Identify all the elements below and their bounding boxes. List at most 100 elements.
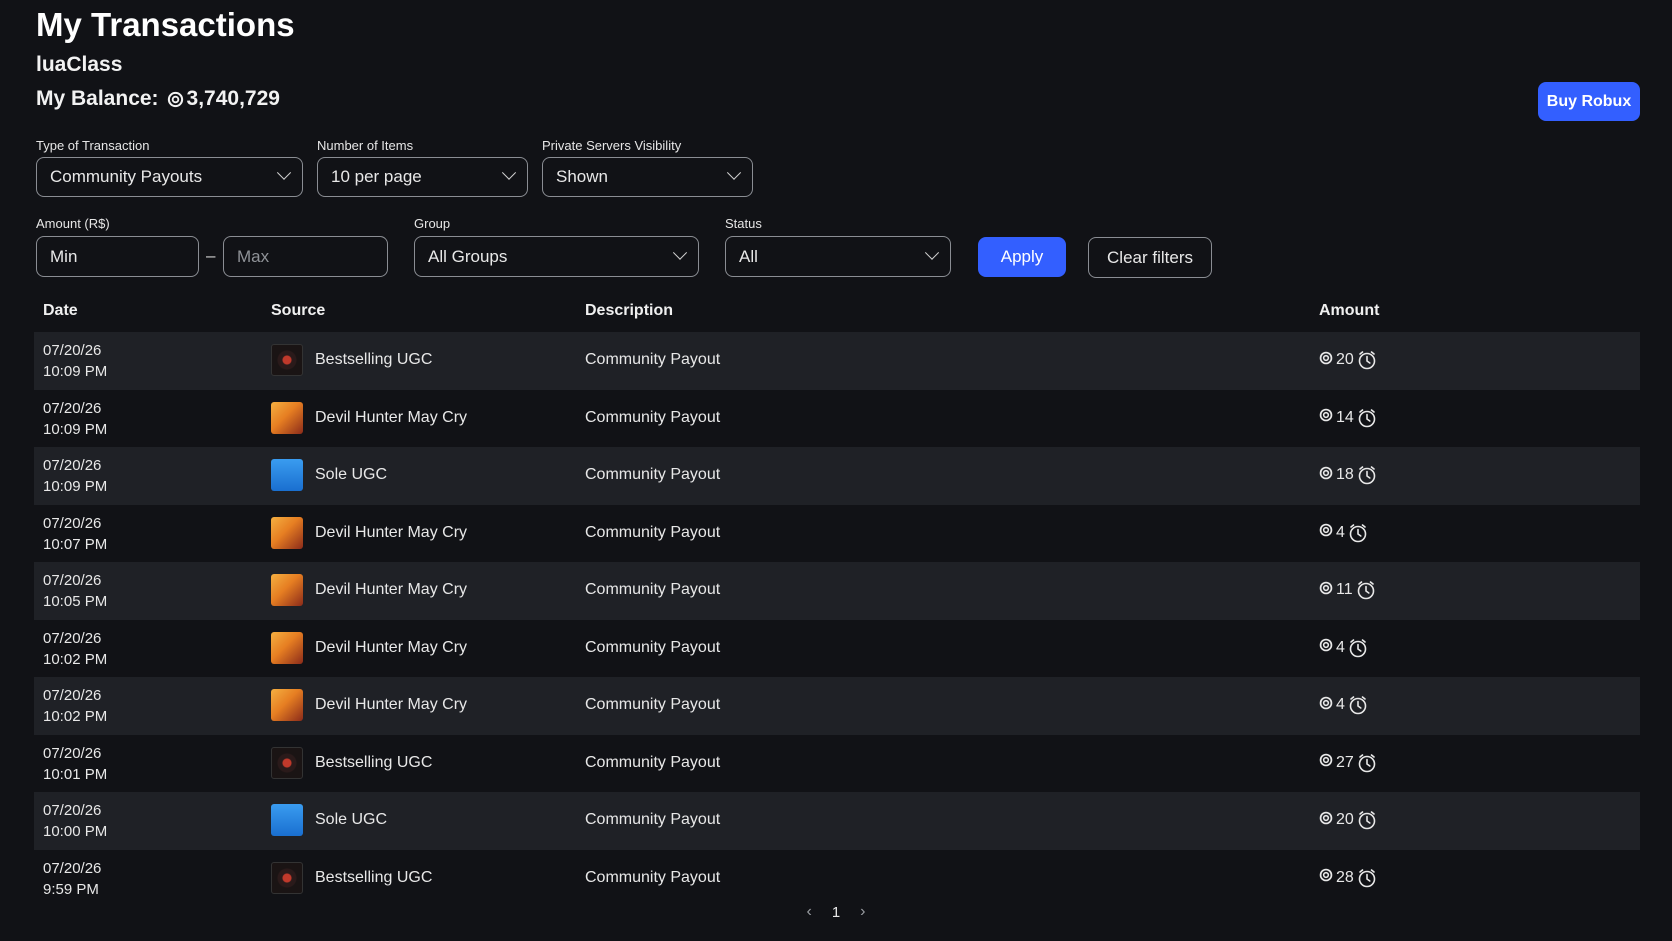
amount-value: 28: [1336, 868, 1354, 886]
chevron-down-icon: [501, 165, 517, 180]
transaction-amount: 4: [1319, 695, 1368, 715]
robux-icon: [1319, 753, 1333, 772]
robux-icon: [167, 91, 183, 107]
transaction-source[interactable]: Bestselling UGC: [271, 344, 432, 376]
source-thumbnail[interactable]: [271, 516, 303, 549]
transaction-date-time: 10:02 PM: [43, 650, 108, 668]
chevron-down-icon: [924, 245, 940, 260]
source-thumbnail[interactable]: [271, 401, 303, 434]
previous-page-button[interactable]: ‹: [807, 903, 812, 921]
transaction-date: 07/20/26 10:09 PM: [43, 398, 107, 440]
source-name[interactable]: Sole UGC: [315, 811, 387, 829]
transaction-source[interactable]: Sole UGC: [271, 804, 387, 836]
group-label: Group: [414, 216, 451, 231]
balance-value: 3,740,729: [186, 87, 280, 110]
page-title: My Transactions: [36, 6, 295, 43]
transaction-date-day: 07/20/26: [43, 342, 102, 359]
amount-value: 27: [1336, 753, 1354, 771]
chevron-down-icon: [726, 165, 742, 180]
source-name[interactable]: Bestselling UGC: [315, 754, 432, 772]
table-row: 07/20/26 10:09 PM Sole UGC Community Payout…: [34, 447, 1640, 505]
column-header-description: Description: [585, 302, 674, 319]
type-of-transaction-select[interactable]: Community Payouts: [36, 157, 303, 197]
source-thumbnail[interactable]: [271, 804, 303, 836]
clock-icon: [1357, 810, 1377, 830]
transaction-description: Community Payout: [585, 753, 721, 771]
source-name[interactable]: Devil Hunter May Cry: [315, 639, 467, 657]
source-name[interactable]: Devil Hunter May Cry: [315, 581, 467, 599]
transaction-date: 07/20/26 10:02 PM: [43, 685, 107, 727]
group-value: All Groups: [428, 246, 508, 266]
group-select[interactable]: All Groups: [414, 236, 699, 277]
robux-icon: [1319, 638, 1333, 657]
transaction-source[interactable]: Sole UGC: [271, 459, 387, 491]
transaction-description: Community Payout: [585, 408, 721, 426]
pagination: ‹ 1 ›: [0, 903, 1672, 921]
clear-filters-button[interactable]: Clear filters: [1088, 237, 1212, 278]
transaction-description: Community Payout: [585, 581, 721, 598]
transaction-source[interactable]: Devil Hunter May Cry: [271, 631, 467, 664]
buy-robux-button[interactable]: Buy Robux: [1538, 82, 1640, 121]
transaction-date-day: 07/20/26: [43, 514, 102, 532]
clock-icon: [1357, 408, 1377, 428]
chevron-down-icon: [276, 165, 292, 180]
transaction-source[interactable]: Bestselling UGC: [271, 861, 432, 894]
transaction-description: Community Payout: [585, 466, 721, 483]
table-row: 07/20/26 10:07 PM Devil Hunter May Cry Comm…: [34, 505, 1640, 563]
transaction-amount: 27: [1319, 753, 1377, 773]
transaction-description: Community Payout: [585, 811, 721, 828]
transaction-source[interactable]: Devil Hunter May Cry: [271, 401, 467, 434]
robux-icon: [1319, 408, 1333, 427]
source-name[interactable]: Devil Hunter May Cry: [315, 696, 467, 714]
current-page[interactable]: 1: [832, 904, 840, 921]
clock-icon: [1348, 638, 1368, 658]
source-thumbnail[interactable]: [271, 631, 303, 664]
amount-value: 14: [1336, 408, 1354, 426]
clock-icon: [1348, 695, 1368, 715]
source-name[interactable]: Bestselling UGC: [315, 351, 432, 369]
amount-value: 4: [1336, 696, 1345, 713]
transaction-source[interactable]: Devil Hunter May Cry: [271, 516, 467, 549]
number-of-items-select[interactable]: 10 per page: [317, 157, 528, 197]
source-thumbnail[interactable]: [271, 574, 303, 606]
transaction-date: 07/20/26 10:09 PM: [43, 455, 107, 497]
source-name[interactable]: Bestselling UGC: [315, 869, 432, 887]
table-row: 07/20/26 10:02 PM Devil Hunter May Cry Comm…: [34, 677, 1640, 735]
transaction-date: 07/20/26 10:01 PM: [43, 743, 107, 785]
transaction-date: 07/20/26 10:09 PM: [43, 340, 107, 382]
amount-value: 4: [1336, 523, 1345, 541]
transaction-date: 07/20/26 10:07 PM: [43, 513, 107, 555]
source-thumbnail[interactable]: [271, 746, 303, 779]
amount-max-input[interactable]: [223, 236, 388, 277]
apply-button[interactable]: Apply: [978, 237, 1066, 277]
table-row: 07/20/26 10:00 PM Sole UGC Community Payout…: [34, 792, 1640, 850]
source-thumbnail[interactable]: [271, 459, 303, 491]
source-thumbnail[interactable]: [271, 861, 303, 894]
column-header-source: Source: [271, 302, 326, 319]
source-name[interactable]: Sole UGC: [315, 466, 387, 484]
source-name[interactable]: Devil Hunter May Cry: [315, 409, 467, 427]
transaction-source[interactable]: Bestselling UGC: [271, 746, 432, 779]
transaction-amount: 18: [1319, 465, 1377, 485]
transaction-date-day: 07/20/26: [43, 744, 102, 762]
table-row: 07/20/26 10:09 PM Devil Hunter May Cry Comm…: [34, 390, 1640, 448]
source-name[interactable]: Devil Hunter May Cry: [315, 524, 467, 542]
next-page-button[interactable]: ›: [860, 903, 865, 921]
amount-value: 11: [1336, 581, 1353, 598]
transaction-description: Community Payout: [585, 868, 721, 886]
transaction-date: 07/20/26 10:00 PM: [43, 800, 107, 842]
robux-icon: [1319, 523, 1333, 542]
robux-icon: [1319, 581, 1333, 600]
robux-icon: [1319, 351, 1333, 370]
amount-min-input[interactable]: Min: [36, 236, 199, 277]
status-select[interactable]: All: [725, 236, 951, 277]
transaction-date-day: 07/20/26: [43, 802, 102, 819]
source-thumbnail[interactable]: [271, 689, 303, 721]
column-header-amount: Amount: [1319, 302, 1380, 319]
transaction-source[interactable]: Devil Hunter May Cry: [271, 689, 467, 721]
private-servers-visibility-select[interactable]: Shown: [542, 157, 753, 197]
clock-icon: [1357, 350, 1377, 370]
source-thumbnail[interactable]: [271, 344, 303, 376]
transaction-source[interactable]: Devil Hunter May Cry: [271, 574, 467, 606]
chevron-down-icon: [672, 245, 688, 260]
